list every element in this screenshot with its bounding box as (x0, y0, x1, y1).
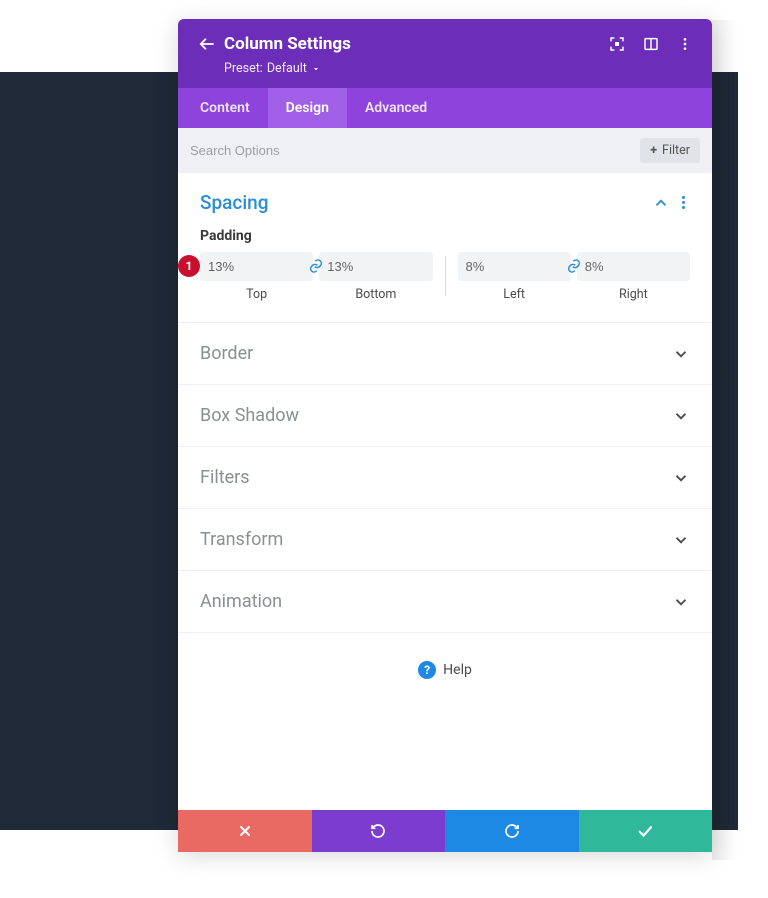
back-icon[interactable] (196, 33, 218, 55)
chevron-down-icon (672, 407, 690, 425)
section-title: Filters (200, 467, 250, 488)
settings-panel: Column Settings Preset: Default Content … (178, 19, 712, 852)
padding-bottom-input[interactable] (319, 252, 432, 281)
help-icon: ? (418, 661, 436, 679)
padding-left-label: Left (503, 287, 525, 302)
filter-button[interactable]: + Filter (640, 138, 700, 163)
section-title: Spacing (200, 191, 269, 214)
preset-label: Preset: (224, 61, 263, 76)
focus-icon[interactable] (608, 35, 626, 53)
header-menu-icon[interactable] (676, 35, 694, 53)
panel-footer (178, 810, 712, 852)
close-icon (237, 823, 253, 839)
chevron-down-icon (672, 531, 690, 549)
chevron-down-icon (311, 64, 321, 74)
section-filters[interactable]: Filters (178, 447, 712, 509)
check-icon (636, 822, 654, 840)
redo-icon (504, 823, 520, 839)
padding-top-label: Top (246, 287, 267, 302)
link-icon[interactable] (306, 258, 326, 274)
undo-icon (370, 823, 386, 839)
search-input[interactable] (190, 143, 640, 158)
header-icons (608, 35, 694, 53)
section-box-shadow[interactable]: Box Shadow (178, 385, 712, 447)
plus-icon: + (650, 143, 657, 158)
help-label: Help (443, 662, 472, 678)
panel-body: Spacing Padding 1 Top (178, 173, 712, 810)
collapse-icon[interactable] (652, 194, 670, 212)
section-title: Border (200, 343, 253, 364)
panel-title: Column Settings (224, 34, 351, 54)
padding-bottom-label: Bottom (355, 287, 396, 302)
panel-header: Column Settings Preset: Default (178, 19, 712, 88)
section-border[interactable]: Border (178, 323, 712, 385)
panel-shadow (712, 20, 738, 860)
section-title: Box Shadow (200, 405, 299, 426)
preset-value: Default (267, 61, 307, 76)
header-top-row: Column Settings (196, 33, 694, 55)
columns-icon[interactable] (642, 35, 660, 53)
section-spacing: Spacing Padding 1 Top (178, 173, 712, 323)
padding-right-input[interactable] (577, 252, 690, 281)
tab-content[interactable]: Content (182, 88, 268, 128)
padding-right-label: Right (619, 287, 648, 302)
section-animation[interactable]: Animation (178, 571, 712, 633)
padding-label: Padding (200, 228, 690, 244)
tab-advanced[interactable]: Advanced (347, 88, 445, 128)
chevron-down-icon (672, 593, 690, 611)
section-header[interactable]: Spacing (200, 191, 690, 214)
pair-divider (445, 256, 446, 296)
chevron-down-icon (672, 469, 690, 487)
link-icon[interactable] (564, 258, 584, 274)
tab-row: Content Design Advanced (178, 88, 712, 128)
search-bar: + Filter (178, 128, 712, 173)
padding-pair-vertical: Top Bottom (200, 252, 433, 302)
chevron-down-icon (672, 345, 690, 363)
undo-button[interactable] (312, 810, 446, 852)
section-menu-icon[interactable] (676, 194, 690, 212)
filter-label: Filter (662, 143, 690, 158)
annotation-badge: 1 (178, 255, 200, 277)
preset-selector[interactable]: Preset: Default (224, 61, 694, 76)
section-title: Transform (200, 529, 283, 550)
padding-left-input[interactable] (458, 252, 571, 281)
cancel-button[interactable] (178, 810, 312, 852)
padding-row: 1 Top Bottom (190, 252, 690, 302)
tab-design[interactable]: Design (268, 88, 347, 128)
save-button[interactable] (579, 810, 713, 852)
section-title: Animation (200, 591, 282, 612)
redo-button[interactable] (445, 810, 579, 852)
padding-top-input[interactable] (200, 252, 313, 281)
padding-pair-horizontal: Left Right (458, 252, 691, 302)
help-link[interactable]: ? Help (178, 633, 712, 707)
section-transform[interactable]: Transform (178, 509, 712, 571)
